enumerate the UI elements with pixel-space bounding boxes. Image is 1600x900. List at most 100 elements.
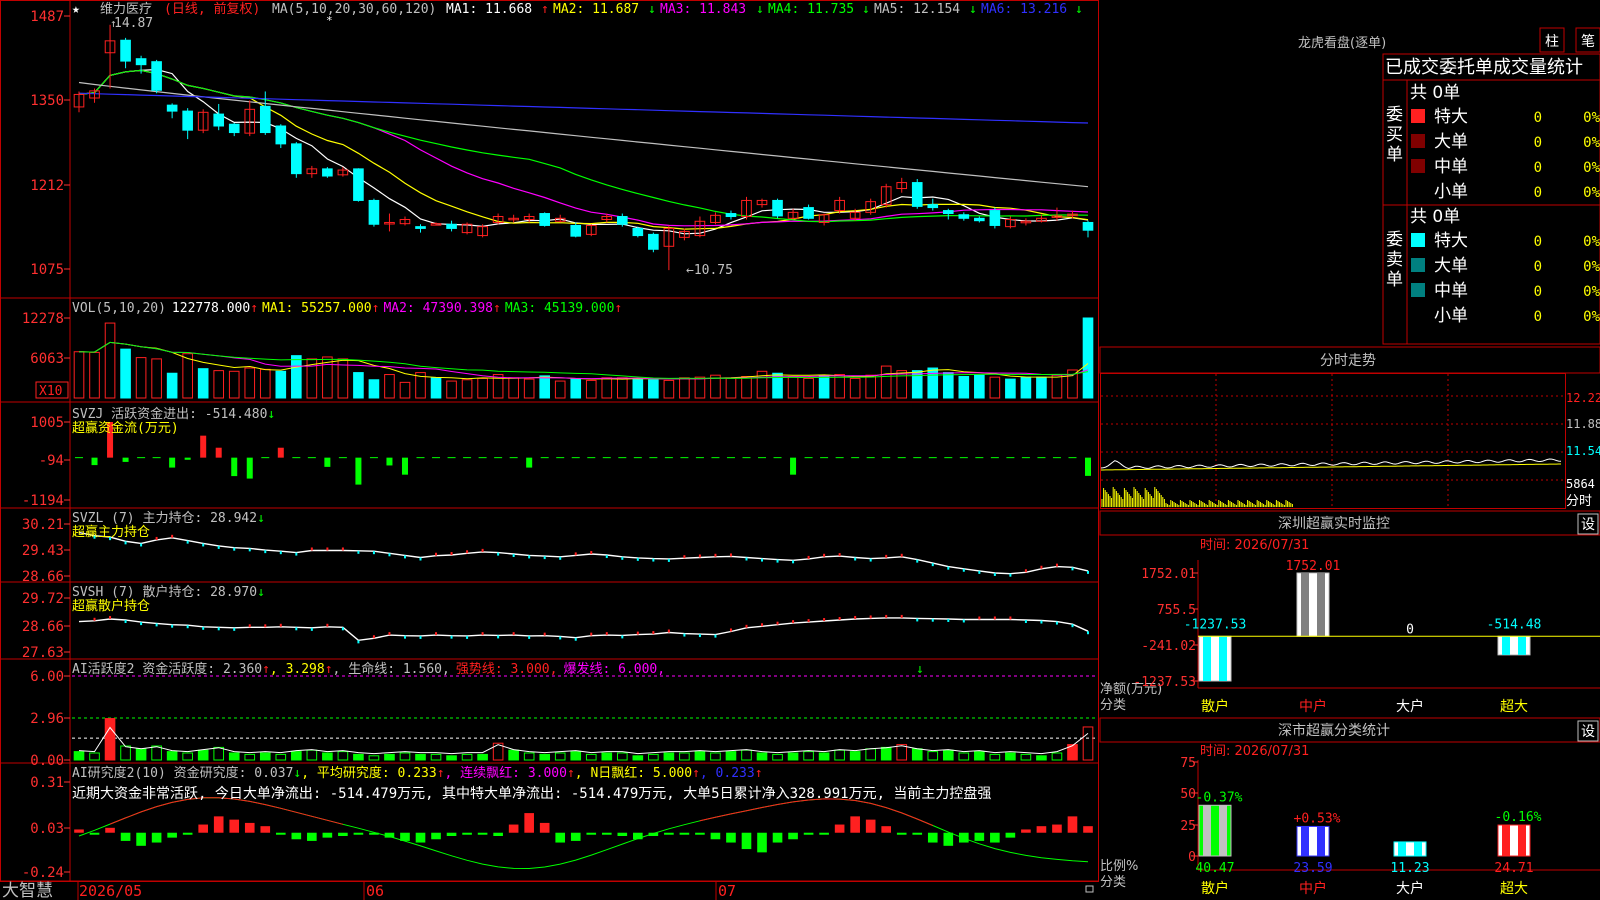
- flow-bar: [184, 457, 191, 460]
- candle-body: [958, 214, 970, 219]
- candle-body: [120, 39, 131, 62]
- stock-chart-canvas[interactable]: ★ 维力医疗 (日线, 前复权) MA(5,10,20,30,60,120) M…: [0, 0, 1600, 900]
- research-bar: [275, 832, 286, 835]
- monitor-tick: -241.02: [1141, 639, 1196, 654]
- research-bar: [850, 816, 860, 833]
- sell-side-label: 委卖单: [1386, 230, 1403, 290]
- stats-bars: 7550250-0.37%40.47散户+0.53%23.59中户11.23大户…: [1180, 756, 1541, 897]
- order-count: 0: [1534, 234, 1542, 250]
- monitor-category-label: 超大: [1500, 699, 1528, 715]
- volume-bar: [151, 358, 162, 399]
- ma3-value: MA3: 11.843: [660, 2, 746, 17]
- stats-value-label: 24.71: [1494, 861, 1533, 876]
- activity-bar: [1051, 752, 1063, 761]
- activity-bar: [989, 753, 1001, 761]
- activity-bar: [756, 752, 768, 761]
- y-tick-label: 28.66: [22, 569, 64, 585]
- candle-body: [182, 110, 193, 131]
- activity-bar: [834, 749, 845, 761]
- flow-bar: [277, 447, 284, 458]
- research-bar: [431, 832, 441, 840]
- y-tick-label: 6.00: [30, 669, 64, 685]
- research-bar: [182, 832, 193, 835]
- stats-bar-stripe: [1219, 805, 1227, 856]
- stats-value-label: 40.47: [1195, 861, 1234, 876]
- intraday-title: 分时走势: [1320, 353, 1376, 369]
- y-tick-label: 1350: [30, 93, 64, 109]
- activity-bar: [710, 752, 721, 761]
- svsh-subtitle: 超赢散户持仓: [72, 598, 150, 614]
- lock-icon[interactable]: [1085, 885, 1094, 893]
- volume-bar: [166, 372, 178, 399]
- candle-body: [616, 216, 628, 225]
- ma1-value: MA1: 11.668: [446, 2, 532, 17]
- volume-bar: [120, 348, 131, 399]
- flow-bar: [91, 457, 98, 466]
- activity-bar: [772, 753, 783, 761]
- intraday-tick-low: 11.54: [1566, 444, 1600, 458]
- monitor-time: 时间: 2026/07/31: [1200, 538, 1309, 553]
- ma-params: MA(5,10,20,30,60,120): [272, 2, 436, 17]
- intraday-chart-frame[interactable]: [1100, 373, 1566, 509]
- volume-bar: [73, 351, 85, 399]
- candle-body: [446, 223, 457, 229]
- price-high-label: 14.87: [114, 16, 153, 31]
- monitor-value-label: -514.48: [1487, 617, 1542, 632]
- y-tick-label: 0.31: [30, 775, 64, 791]
- activity-bar: [166, 751, 178, 761]
- volume-bar: [135, 357, 147, 399]
- stats-bar-stripe: [1414, 841, 1422, 856]
- flow-bar: [169, 457, 176, 468]
- research-bar: [617, 832, 628, 836]
- vol-title: VOL(5,10,20) 122778.000↑ MA1: 55257.000↑ MA…: [72, 301, 622, 316]
- right-panel: 龙虎看盘(逐单) 柱 笔 已成交 委托单 成交量统计 委买单 委卖单 共 0单 …: [1099, 27, 1600, 897]
- research-bar: [1083, 826, 1093, 833]
- brand-logo[interactable]: 大智慧: [2, 881, 53, 900]
- activity-bar: [554, 752, 566, 761]
- candle-body: [725, 213, 737, 218]
- ma4-value: MA4: 11.735: [768, 2, 854, 17]
- research-bar: [912, 832, 923, 835]
- research-bar: [974, 832, 985, 841]
- volume-bar: [616, 377, 628, 399]
- order-size-label: 中单: [1434, 281, 1468, 301]
- flow-bar: [324, 457, 331, 467]
- activity-bar: [1082, 726, 1094, 761]
- svzj-title: SVZJ 活跃资金进出: -514.480↓: [72, 406, 275, 422]
- tab-orders[interactable]: 委托单: [1439, 57, 1493, 78]
- y-tick-label: 28.66: [22, 619, 64, 635]
- activity-bar: [322, 752, 333, 761]
- activity-line: [78, 726, 1089, 755]
- stats-tick: 50: [1180, 787, 1196, 802]
- volume-bar: [911, 370, 923, 399]
- volume-bar: [1036, 376, 1047, 399]
- activity-bar: [135, 748, 147, 761]
- y-tick-label: 0.03: [30, 821, 64, 837]
- buy-side-label: 委买单: [1386, 105, 1403, 165]
- event-star-icon[interactable]: *: [326, 14, 333, 27]
- tab-filled[interactable]: 已成交: [1385, 57, 1439, 78]
- activity-bar: [508, 749, 519, 761]
- monitor-bar-stripe: [1317, 573, 1325, 637]
- research-bar: [322, 832, 333, 838]
- research-bar: [601, 832, 612, 835]
- activity-bar: [430, 753, 442, 761]
- stats-value-label: 23.59: [1293, 861, 1332, 876]
- order-size-label: 大单: [1434, 256, 1468, 276]
- activity-bar: [291, 751, 302, 761]
- volume-bar: [368, 379, 380, 399]
- ma20-line: [78, 69, 1089, 227]
- volume-bar: [554, 380, 566, 399]
- volume-bar: [896, 370, 908, 399]
- intraday-unit: 分时: [1566, 494, 1592, 509]
- volume-bar: [104, 322, 116, 399]
- stats-xlabel: 分类: [1100, 875, 1126, 890]
- y-tick-label: 30.21: [22, 517, 64, 533]
- star-icon[interactable]: ★: [72, 2, 80, 17]
- stats-change-label: -0.16%: [1495, 810, 1542, 825]
- ma5-line: [78, 68, 1089, 235]
- tab-volume-stats[interactable]: 成交量统计: [1493, 57, 1583, 78]
- research-bar: [539, 822, 550, 833]
- order-count: 0: [1534, 309, 1542, 325]
- activity-bar: [399, 752, 411, 761]
